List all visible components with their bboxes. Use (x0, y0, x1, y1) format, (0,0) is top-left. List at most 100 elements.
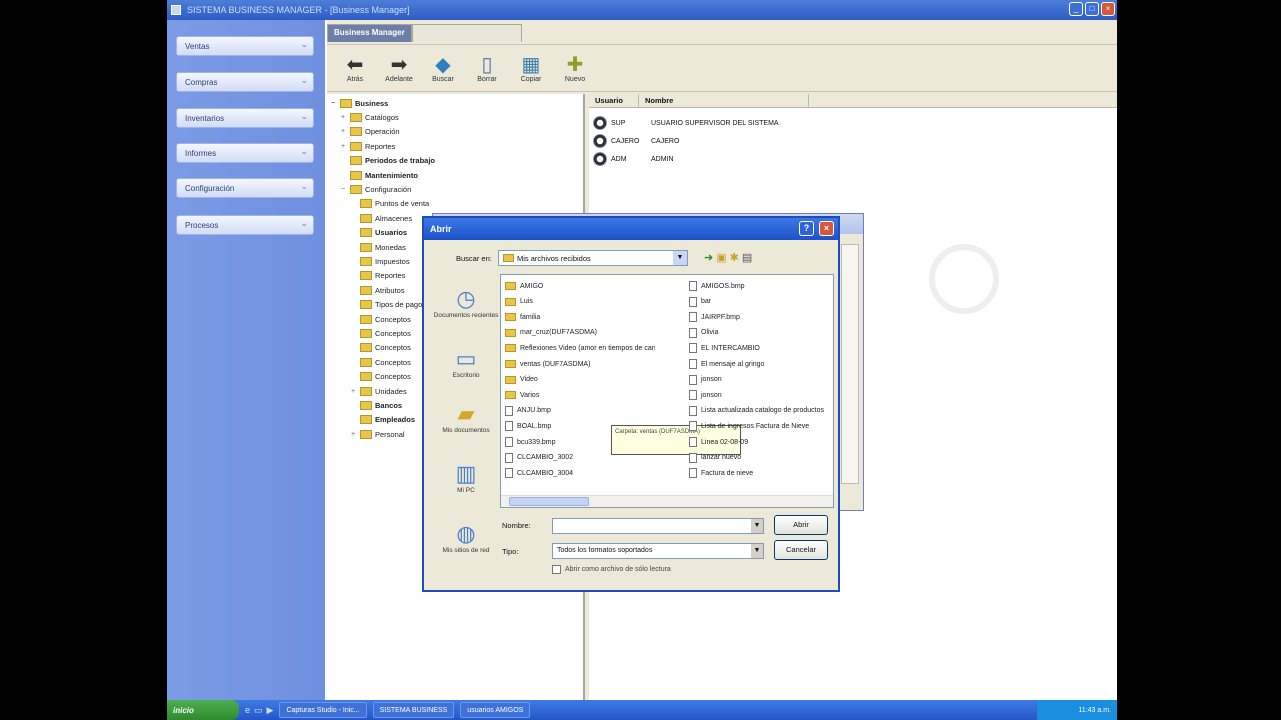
tree-item[interactable]: Tipos de pago (351, 298, 422, 312)
file-item[interactable]: lanzar nuevo (689, 451, 839, 465)
place-recent[interactable]: ◷ Documentos recientes (430, 272, 502, 332)
file-item[interactable]: EL INTERCAMBIO (689, 341, 839, 355)
file-item[interactable]: Reflexiones Video (amor en tiempos de ca… (505, 341, 655, 355)
copy-button[interactable]: ▦ Copiar (509, 45, 553, 91)
expander-icon[interactable]: + (341, 128, 348, 135)
tree-item[interactable]: + Catálogos (341, 110, 399, 124)
file-item[interactable]: CLCAMBIO_3002 (505, 451, 655, 465)
back-button[interactable]: ⬅ Atrás (333, 45, 377, 91)
file-item[interactable]: Varios (505, 388, 655, 402)
filetype-select[interactable]: Todos los formatos soportados ▼ (552, 543, 764, 559)
close-icon[interactable]: × (1101, 2, 1115, 16)
ie-icon[interactable]: e (245, 705, 250, 716)
tree-item[interactable]: Reportes (351, 269, 405, 283)
tree-item[interactable]: Bancos (351, 398, 402, 412)
delete-button[interactable]: ▯ Borrar (465, 45, 509, 91)
file-item[interactable]: BOAL.bmp (505, 419, 655, 433)
tree-item[interactable]: − Configuración (341, 182, 411, 196)
tree-item[interactable]: − Business (331, 96, 388, 110)
minimize-icon[interactable]: _ (1069, 2, 1083, 16)
file-item[interactable]: bcu339.bmp (505, 435, 655, 449)
help-icon[interactable]: ? (799, 221, 814, 236)
file-item[interactable]: Linea 02-08-09 (689, 435, 839, 449)
list-row[interactable]: SUP USUARIO SUPERVISOR DEL SISTEMA (593, 114, 779, 132)
tree-item[interactable]: Monedas (351, 240, 406, 254)
place-my-computer[interactable]: ▥ Mi PC (430, 447, 502, 507)
tree-item[interactable]: Conceptos (351, 355, 411, 369)
nav-item-compras[interactable]: Compras ⌄ (176, 72, 314, 92)
tree-item[interactable]: Mantenimiento (341, 168, 418, 182)
file-item[interactable]: jonson (689, 388, 839, 402)
cancel-button[interactable]: Cancelar (774, 540, 828, 560)
new-folder-icon[interactable]: ✱ (730, 251, 739, 264)
file-item[interactable]: mar_cruz(DUF7ASDMA) (505, 326, 655, 340)
up-folder-icon[interactable]: ▣ (716, 251, 726, 264)
horizontal-scrollbar[interactable] (501, 495, 833, 507)
file-item[interactable]: El mensaje al gringo (689, 357, 839, 371)
file-item[interactable]: AMIGOS.bmp (689, 279, 839, 293)
tree-item[interactable]: Conceptos (351, 326, 411, 340)
file-item[interactable]: Olivia (689, 326, 839, 340)
close-icon[interactable]: × (819, 221, 834, 236)
tree-item[interactable]: + Unidades (351, 384, 407, 398)
tree-item[interactable]: Usuarios (351, 226, 407, 240)
nav-item-ventas[interactable]: Ventas ⌄ (176, 36, 314, 56)
file-item[interactable]: Luis (505, 295, 655, 309)
list-row[interactable]: ADM ADMIN (593, 150, 674, 168)
tree-item[interactable]: Conceptos (351, 370, 411, 384)
view-menu-icon[interactable]: ▤ (742, 251, 752, 264)
taskbar-task[interactable]: usuarios AMIGOS (460, 702, 531, 718)
forward-button[interactable]: ➡ Adelante (377, 45, 421, 91)
file-item[interactable]: Lista actualizada catalogo de productos (689, 404, 839, 418)
open-button[interactable]: Abrir (774, 515, 828, 535)
file-item[interactable]: CLCAMBIO_3004 (505, 466, 655, 480)
list-row[interactable]: CAJERO CAJERO (593, 132, 679, 150)
expander-icon[interactable]: + (351, 431, 358, 438)
tree-item[interactable]: Conceptos (351, 341, 411, 355)
media-icon[interactable]: ▶ (267, 705, 274, 716)
tree-item[interactable]: Almacenes (351, 211, 412, 225)
tree-item[interactable]: Periodos de trabajo (341, 154, 435, 168)
file-item[interactable]: bar (689, 295, 839, 309)
search-button[interactable]: ◆ Buscar (421, 45, 465, 91)
file-item[interactable]: AMIGO (505, 279, 655, 293)
taskbar-task[interactable]: SISTEMA BUSINESS (372, 702, 455, 718)
expander-icon[interactable]: − (331, 100, 338, 107)
place-network[interactable]: ◍ Mis sitios de red (430, 507, 502, 567)
tree-item[interactable]: Empleados (351, 413, 415, 427)
taskbar-task[interactable]: Capturas Studio - Inic... (279, 702, 367, 718)
tab-secondary[interactable] (411, 24, 522, 42)
tree-item[interactable]: + Personal (351, 427, 405, 441)
filename-input[interactable]: ▼ (552, 518, 764, 534)
file-item[interactable]: Factura de nieve (689, 466, 839, 480)
file-item[interactable]: jonson (689, 373, 839, 387)
expander-icon[interactable]: + (351, 388, 358, 395)
place-my-documents[interactable]: ▰ Mis documentos (430, 387, 502, 447)
nav-item-informes[interactable]: Informes ⌄ (176, 143, 314, 163)
nav-item-configuracion[interactable]: Configuración ⌄ (176, 178, 314, 198)
start-button[interactable]: inicio (167, 700, 239, 720)
file-item[interactable]: ventas (DUF7ASDMA) (505, 357, 655, 371)
readonly-checkbox[interactable]: Abrir como archivo de sólo lectura (552, 565, 671, 574)
tree-item[interactable]: Atributos (351, 283, 405, 297)
file-item[interactable]: familia (505, 310, 655, 324)
column-header-name[interactable]: Nombre (639, 94, 809, 107)
back-icon[interactable]: ➜ (704, 251, 713, 264)
place-desktop[interactable]: ▭ Escritorio (430, 332, 502, 392)
tree-item[interactable]: Impuestos (351, 254, 410, 268)
tree-item[interactable]: Conceptos (351, 312, 411, 326)
tree-item[interactable]: + Reportes (341, 139, 395, 153)
tab-business-manager[interactable]: Business Manager (327, 24, 412, 42)
new-button[interactable]: ✚ Nuevo (553, 45, 597, 91)
file-item[interactable]: JAIRPF.bmp (689, 310, 839, 324)
file-item[interactable]: Video (505, 373, 655, 387)
tree-item[interactable]: + Operación (341, 125, 400, 139)
tree-item[interactable]: Puntos de venta (351, 197, 429, 211)
file-item[interactable]: Lista de ingresos Factura de Nieve (689, 419, 839, 433)
checkbox-box[interactable] (552, 565, 561, 574)
desktop-icon[interactable]: ▭ (254, 705, 263, 716)
scroll-thumb[interactable] (509, 497, 589, 506)
expander-icon[interactable]: + (341, 114, 348, 121)
file-item[interactable]: ANJU.bmp (505, 404, 655, 418)
expander-icon[interactable]: + (341, 143, 348, 150)
